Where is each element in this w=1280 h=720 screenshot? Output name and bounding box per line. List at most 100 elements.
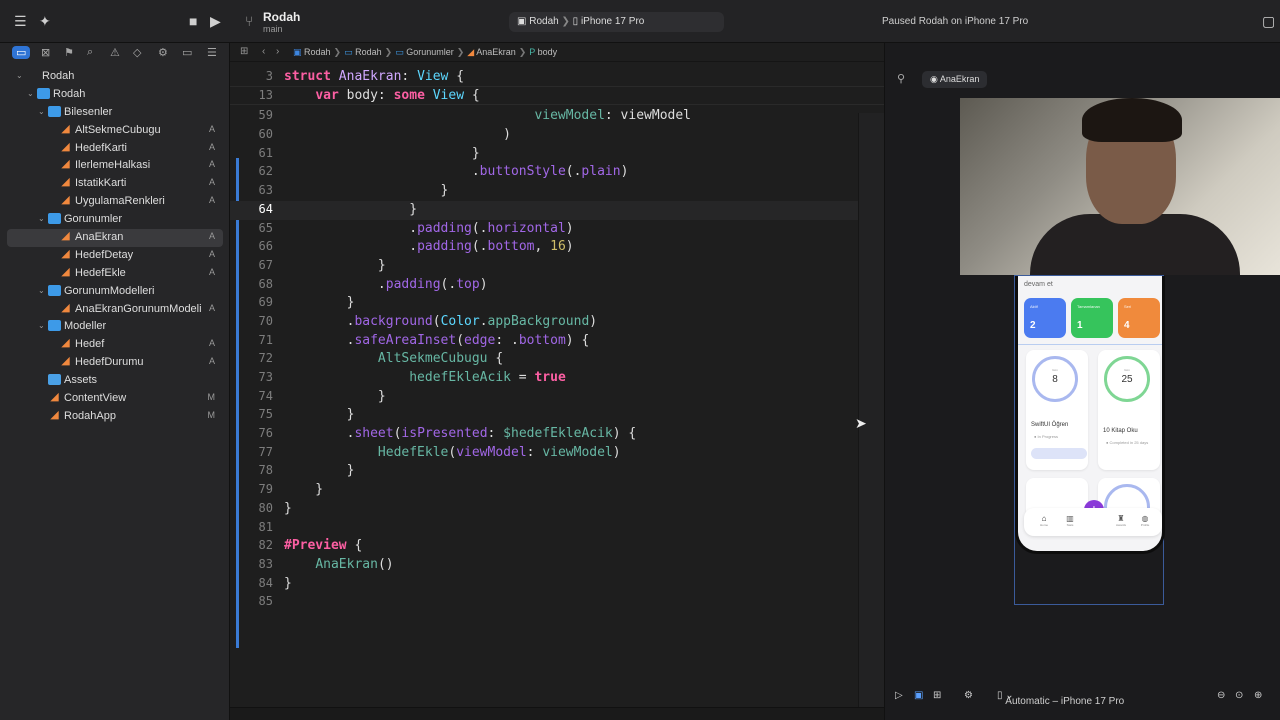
find-icon[interactable]: ⌕	[87, 46, 93, 59]
code-line[interactable]: 75 }	[230, 406, 884, 425]
code-line[interactable]: 60 )	[230, 126, 884, 145]
code-line[interactable]: 63 }	[230, 182, 884, 201]
code-line[interactable]: 80}	[230, 500, 884, 519]
navigator-item[interactable]: ◢ IlerlemeHalkasi A	[0, 157, 230, 175]
code-line[interactable]: 62 .buttonStyle(.plain)	[230, 163, 884, 182]
pin-icon[interactable]: ⚲	[897, 72, 905, 85]
code-line[interactable]: 70 .background(Color.appBackground)	[230, 313, 884, 332]
code-line[interactable]: 66 .padding(.bottom, 16)	[230, 238, 884, 257]
stat-card[interactable]: Seri 4	[1118, 298, 1160, 338]
sparkle-icon[interactable]: ✦	[39, 13, 51, 30]
code-line[interactable]: 81	[230, 519, 884, 538]
code-line[interactable]: 3 struct AnaEkran: View {	[230, 68, 884, 87]
code-line[interactable]: 82 #Preview {	[230, 537, 884, 556]
variants-icon[interactable]: ⊞	[933, 690, 941, 701]
navigator-item[interactable]: ◢ AnaEkran A	[7, 229, 223, 247]
tab-home[interactable]: ⌂ Home	[1034, 514, 1054, 527]
breadcrumb-item[interactable]: AnaEkran	[476, 47, 516, 57]
code-line[interactable]: 73 hedefEkleAcik = true	[230, 369, 884, 388]
navigator-item[interactable]: ◢ AnaEkranGorunumModeli A	[0, 301, 230, 319]
forward-icon[interactable]: ›	[276, 46, 279, 57]
disclosure-icon[interactable]: ⌄	[38, 214, 45, 223]
back-icon[interactable]: ‹	[262, 46, 265, 57]
breakpoint-icon[interactable]: ▭	[182, 46, 192, 59]
code-line[interactable]: 79 }	[230, 481, 884, 500]
navigator-item[interactable]: ◢ HedefKarti A	[0, 140, 230, 158]
tab-profile[interactable]: ◍ Profile	[1135, 514, 1155, 527]
stop-icon[interactable]: ■	[189, 13, 197, 29]
code-line[interactable]: 78 }	[230, 462, 884, 481]
zoom-out-icon[interactable]: ⊖	[1217, 690, 1225, 701]
source-control-icon[interactable]: ⊠	[41, 46, 50, 59]
goal-card[interactable]: Gün 8 SwiftUI Öğren ● In Progress	[1026, 350, 1088, 470]
debug-icon[interactable]: ⚙	[158, 46, 168, 59]
code-line[interactable]: 68 .padding(.top)	[230, 276, 884, 295]
navigator-item[interactable]: Assets	[0, 372, 230, 390]
disclosure-icon[interactable]: ⌄	[38, 107, 45, 116]
code-line[interactable]: 83 AnaEkran()	[230, 556, 884, 575]
breadcrumb-item[interactable]: Rodah	[304, 47, 331, 57]
zoom-in-icon[interactable]: ⊕	[1254, 690, 1262, 701]
device-picker[interactable]: ▯ Automatic – iPhone 17 Pro ⌄	[997, 690, 1124, 707]
code-line[interactable]: 77 HedefEkle(viewModel: viewModel)	[230, 444, 884, 463]
phone-screen[interactable]: devam et Aktif 2 Tamamlanan 1 Seri 4 Gün 8 Swif…	[1015, 276, 1165, 554]
breadcrumb-item[interactable]: Rodah	[355, 47, 382, 57]
inspector-icon[interactable]: ▢	[1262, 13, 1275, 30]
breadcrumb-item[interactable]: Gorunumler	[406, 47, 454, 57]
tab-stats[interactable]: ▥ Stats	[1060, 514, 1080, 527]
disclosure-icon[interactable]: ⌄	[16, 71, 23, 80]
navigator-item[interactable]: ⌄ Rodah	[0, 86, 230, 104]
disclosure-icon[interactable]: ⌄	[27, 89, 34, 98]
sidebar-toggle-icon[interactable]: ☰	[14, 13, 27, 30]
grid-icon[interactable]: ⊞	[240, 46, 248, 57]
folder-icon[interactable]: ▭	[12, 46, 31, 59]
report-icon[interactable]: ☰	[207, 46, 217, 59]
navigator-item[interactable]: ◢ HedefDurumu A	[0, 354, 230, 372]
test-icon[interactable]: ◇	[133, 46, 141, 59]
code-line[interactable]: 85	[230, 593, 884, 612]
scheme-selector[interactable]: ▣ Rodah ❯ ▯ iPhone 17 Pro	[509, 12, 724, 32]
play-icon[interactable]: ▷	[895, 690, 903, 701]
code-line[interactable]: 13 var body: some View {	[230, 86, 884, 106]
disclosure-icon[interactable]: ⌄	[38, 286, 45, 295]
bookmark-icon[interactable]: ⚑	[64, 46, 74, 59]
stat-card[interactable]: Aktif 2	[1024, 298, 1066, 338]
code-line[interactable]: 84}	[230, 575, 884, 594]
code-line[interactable]: 67 }	[230, 257, 884, 276]
disclosure-icon[interactable]: ⌄	[38, 321, 45, 330]
navigator-item[interactable]: ⌄ Bilesenler	[0, 104, 230, 122]
code-line[interactable]: 74 }	[230, 388, 884, 407]
navigator-item[interactable]: ⌄ Gorunumler	[0, 211, 230, 229]
settings-icon[interactable]: ⚙	[964, 690, 973, 701]
navigator-item[interactable]: ◢ UygulamaRenkleri A	[0, 193, 230, 211]
stat-card[interactable]: Tamamlanan 1	[1071, 298, 1113, 338]
run-icon[interactable]: ▶	[210, 13, 221, 30]
code-line[interactable]: 76 .sheet(isPresented: $hedefEkleAcik) {	[230, 425, 884, 444]
code-line[interactable]: 64 }	[230, 200, 884, 220]
code-line[interactable]: 69 }	[230, 294, 884, 313]
navigator-item[interactable]: ◢ HedefDetay A	[0, 247, 230, 265]
code-line[interactable]: 61 }	[230, 145, 884, 164]
navigator-item[interactable]: ◢ HedefEkle A	[0, 265, 230, 283]
navigator-item[interactable]: ⌄ Modeller	[0, 318, 230, 336]
code-line[interactable]: 65 .padding(.horizontal)	[230, 220, 884, 239]
navigator-item[interactable]: ◢ ContentView M	[0, 390, 230, 408]
navigator-item[interactable]: ⌄ GorunumModelleri	[0, 283, 230, 301]
preview-tab[interactable]: ◉ AnaEkran	[922, 71, 988, 88]
breadcrumb-item[interactable]: body	[538, 47, 558, 57]
code-line[interactable]: 71 .safeAreaInset(edge: .bottom) {	[230, 332, 884, 351]
code-line[interactable]: 72 AltSekmeCubugu {	[230, 350, 884, 369]
navigator-item[interactable]: ◢ RodahApp M	[0, 408, 230, 426]
navigator-item[interactable]: ◢ AltSekmeCubugu A	[0, 122, 230, 140]
code-line[interactable]: 59 viewModel: viewModel	[230, 107, 884, 126]
select-icon[interactable]: ▣	[914, 690, 923, 701]
source-code[interactable]: 3 struct AnaEkran: View {13 var body: som…	[230, 68, 884, 612]
navigator-item[interactable]: ◢ Hedef A	[0, 336, 230, 354]
tab-awards[interactable]: ♜ Awards	[1111, 514, 1131, 527]
goal-card[interactable]: Gün 25 10 Kitap Oku ● Completed in 25 days	[1098, 350, 1160, 470]
navigator-item[interactable]: ⌄ Rodah	[0, 68, 230, 86]
issue-icon[interactable]: ⚠	[110, 46, 120, 59]
zoom-fit-icon[interactable]: ⊙	[1235, 690, 1243, 701]
eye-icon: ◉	[930, 74, 938, 84]
navigator-item[interactable]: ◢ IstatikKarti A	[0, 175, 230, 193]
